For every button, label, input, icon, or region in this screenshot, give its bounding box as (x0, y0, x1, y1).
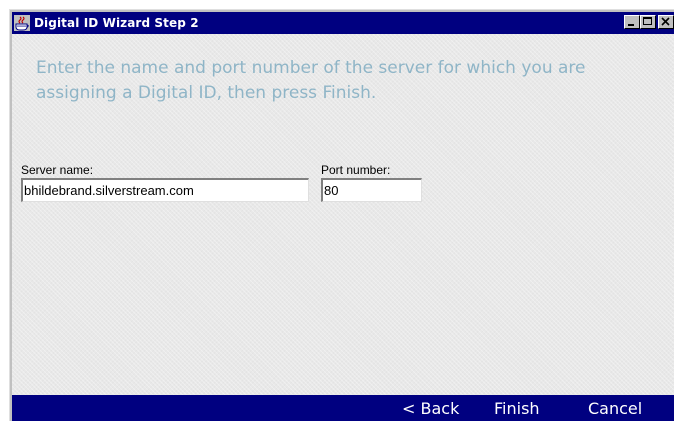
server-name-label: Server name: (21, 163, 94, 177)
server-name-input[interactable] (21, 178, 309, 202)
port-number-input[interactable] (321, 178, 422, 202)
close-button[interactable] (658, 15, 674, 29)
instruction-text: Enter the name and port number of the se… (36, 58, 586, 103)
wizard-window: Digital ID Wizard Step 2 Enter the name … (9, 9, 674, 421)
window-controls (624, 15, 674, 29)
java-cup-icon[interactable] (14, 15, 30, 31)
finish-button[interactable]: Finish (494, 395, 540, 421)
close-icon (661, 17, 670, 26)
maximize-button[interactable] (640, 15, 656, 29)
window-title: Digital ID Wizard Step 2 (34, 16, 199, 30)
maximize-icon (643, 17, 652, 25)
wizard-content: Enter the name and port number of the se… (12, 34, 674, 395)
back-button[interactable]: < Back (402, 395, 459, 421)
minimize-icon (628, 24, 634, 26)
button-bar: < Back Finish Cancel (12, 395, 674, 421)
title-bar[interactable]: Digital ID Wizard Step 2 (12, 12, 674, 34)
minimize-button[interactable] (624, 15, 640, 29)
port-number-label: Port number: (321, 163, 391, 177)
cancel-button[interactable]: Cancel (588, 395, 642, 421)
